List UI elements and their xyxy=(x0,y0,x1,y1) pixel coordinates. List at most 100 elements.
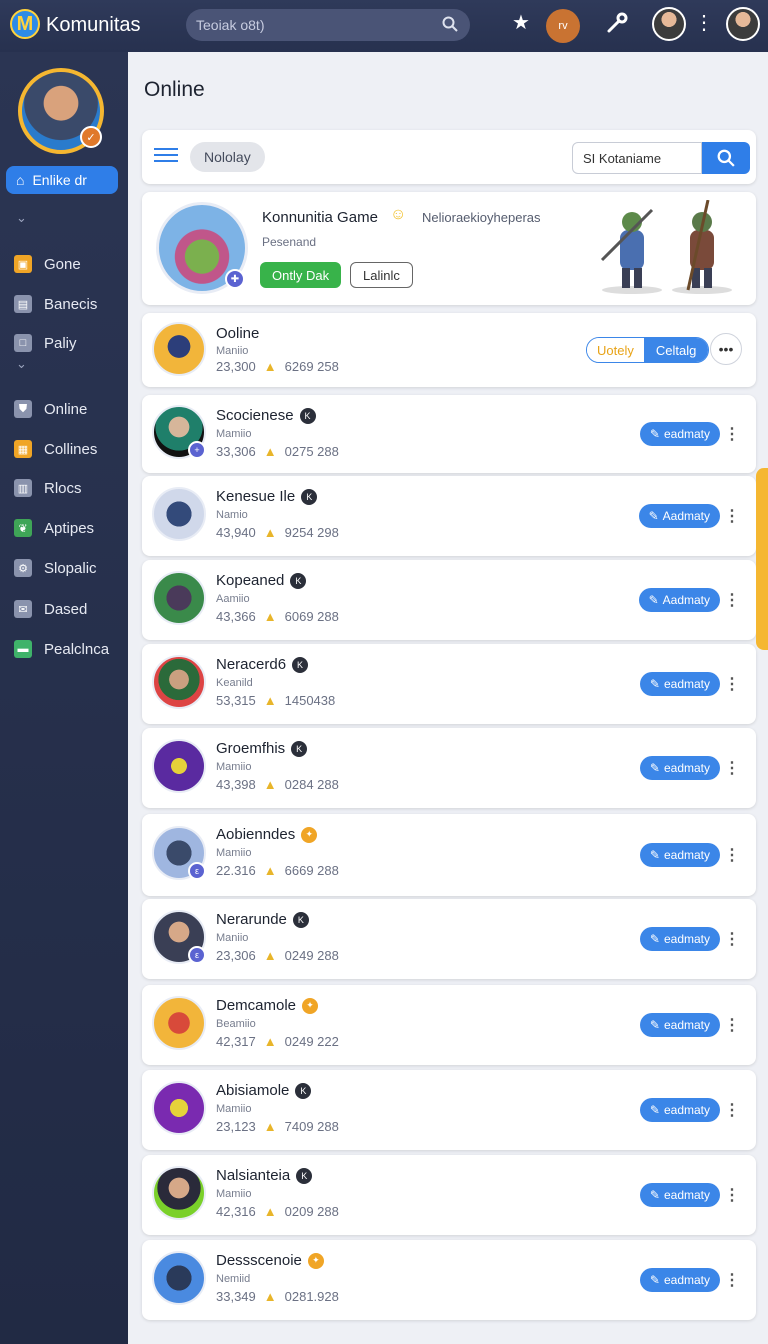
list-item-action-button[interactable]: ✎ eadmaty xyxy=(639,1013,720,1037)
sidebar-item-active[interactable]: ⌂ Enlike dr xyxy=(6,166,118,194)
segment-b[interactable]: Celtalg xyxy=(643,338,709,362)
more-vert-icon[interactable]: ⋮ xyxy=(724,1185,740,1205)
more-vert-icon[interactable]: ⋮ xyxy=(724,506,740,526)
hero-game-image[interactable]: ✚ xyxy=(156,202,248,294)
list-item-stats: 42,316 ▲ 0209 288 xyxy=(216,1204,339,1219)
sidebar-avatar[interactable]: ✓ xyxy=(18,68,104,154)
list-item-action-button[interactable]: ✎ eadmaty xyxy=(639,843,720,867)
list-item-avatar[interactable] xyxy=(152,1081,206,1135)
more-vert-icon[interactable]: ⋮ xyxy=(724,1015,740,1035)
more-vert-icon[interactable]: ⋮ xyxy=(724,929,740,949)
hero-secondary-button[interactable]: Lalinlc xyxy=(350,262,413,288)
list-item-avatar[interactable] xyxy=(152,739,206,793)
notification-badge[interactable]: rv xyxy=(546,9,580,43)
list-item-avatar[interactable] xyxy=(152,1166,206,1220)
list-item[interactable]: Abisiamole K Mamiio 23,123 ▲ 7409 288 ✎ eadmaty… xyxy=(142,1070,756,1150)
segmented-control[interactable]: Uotely Celtalg xyxy=(586,337,710,363)
hero-primary-button[interactable]: Ontly Dak xyxy=(260,262,342,288)
list-item-action-button[interactable]: ✎ Aadmaty xyxy=(638,588,720,612)
more-vert-icon[interactable]: ⋮ xyxy=(724,1270,740,1290)
list-item-sub: Namio xyxy=(216,509,248,521)
list-item[interactable]: ε Nerarunde K Maniio 23,306 ▲ 0249 288 ✎ eadmaty… xyxy=(142,899,756,979)
coin-icon: ▲ xyxy=(263,777,277,792)
more-vert-icon[interactable]: ⋮ xyxy=(724,1100,740,1120)
sidebar-item-7[interactable]: ⚙ Slopalic xyxy=(14,556,97,580)
filter-chip[interactable]: Nololay xyxy=(190,142,265,172)
list-item[interactable]: Groemfhis K Mamiio 43,398 ▲ 0284 288 ✎ eadmaty ⋮ xyxy=(142,728,756,808)
more-vert-icon[interactable]: ⋮ xyxy=(724,845,740,865)
list-item-sub: Maniio xyxy=(216,932,249,944)
list-item-action-button[interactable]: ✎ eadmaty xyxy=(639,672,720,696)
list-item-sub: Keanild xyxy=(216,677,253,689)
filter-search-button[interactable] xyxy=(702,142,750,174)
list-item-name: Nerarunde K xyxy=(216,911,309,928)
wrench-icon[interactable] xyxy=(606,10,630,40)
list-item[interactable]: Demcamole ✦ Beamiio 42,317 ▲ 0249 222 ✎ eadmaty… xyxy=(142,985,756,1065)
sidebar-item-8[interactable]: ✉ Dased xyxy=(14,597,87,621)
chevron-down-icon[interactable]: ⌄ xyxy=(16,210,27,226)
list-item-action-button[interactable]: ✎ eadmaty xyxy=(639,756,720,780)
list-item-avatar[interactable] xyxy=(152,571,206,625)
sidebar-item-9[interactable]: ▬ Pealclnca xyxy=(14,637,109,661)
more-vert-icon[interactable]: ⋮ xyxy=(694,10,714,35)
hero-card: ✚ Konnunitia Game ☺ Nelioraekioyheperas … xyxy=(142,192,756,305)
list-item-avatar[interactable] xyxy=(152,1251,206,1305)
sidebar-item-0[interactable]: ▣ Gone xyxy=(14,252,81,276)
featured-avatar[interactable] xyxy=(152,322,206,376)
more-vert-icon[interactable]: ⋮ xyxy=(724,590,740,610)
chevron-down-icon[interactable]: ⌄ xyxy=(16,356,27,372)
profile-avatar[interactable] xyxy=(726,7,760,41)
list-item-sub: Beamiio xyxy=(216,1018,256,1030)
list-item[interactable]: Dessscenoie ✦ Nemiid 33,349 ▲ 0281.928 ✎ eadmat… xyxy=(142,1240,756,1320)
list-item[interactable]: + Scocienese K Mamiio 33,306 ▲ 0275 288 ✎ eadmat… xyxy=(142,395,756,473)
list-item-action-button[interactable]: ✎ eadmaty xyxy=(639,1183,720,1207)
list-item-avatar[interactable] xyxy=(152,487,206,541)
sidebar-item-4[interactable]: ▦ Collines xyxy=(14,437,97,461)
list-item[interactable]: Kopeaned K Aamiio 43,366 ▲ 6069 288 ✎ Aadmaty ⋮ xyxy=(142,560,756,640)
app-logo-icon[interactable]: M xyxy=(10,9,40,39)
list-item[interactable]: Neracerd6 K Keanild 53,315 ▲ 1450438 ✎ eadmaty ⋮ xyxy=(142,644,756,724)
featured-row[interactable]: Ooline Maniio 23,300 ▲ 6269 258 Uotely C… xyxy=(142,313,756,387)
verified-badge-icon: K xyxy=(301,488,318,505)
sidebar-item-3[interactable]: ⛊ Online xyxy=(14,397,87,421)
list-item-avatar[interactable]: + xyxy=(152,405,206,459)
search-placeholder: Teoiak o8t) xyxy=(196,17,265,33)
star-icon[interactable]: ★ xyxy=(512,10,530,35)
list-item-avatar[interactable] xyxy=(152,655,206,709)
list-item-action-button[interactable]: ✎ eadmaty xyxy=(639,927,720,951)
search-input[interactable]: Teoiak o8t) xyxy=(186,9,470,41)
edit-icon: ✎ xyxy=(649,1273,660,1287)
filter-search-input[interactable]: SI Kotaniame xyxy=(572,142,702,174)
list-item-name: Kenesue Ile K xyxy=(216,488,318,505)
sidebar-item-6[interactable]: ❦ Aptipes xyxy=(14,516,94,540)
sidebar-item-1[interactable]: ▤ Banecis xyxy=(14,292,97,316)
more-vert-icon[interactable]: ⋮ xyxy=(724,424,740,444)
sidebar-item-5[interactable]: ▥ Rlocs xyxy=(14,476,82,500)
more-horiz-icon[interactable]: ••• xyxy=(710,333,742,365)
more-vert-icon[interactable]: ⋮ xyxy=(724,674,740,694)
sidebar-item-2[interactable]: □ Paliy xyxy=(14,331,77,355)
list-item-stats: 42,317 ▲ 0249 222 xyxy=(216,1034,339,1049)
edit-icon: ✎ xyxy=(649,848,660,862)
sidebar-item-label: Slopalic xyxy=(44,559,97,577)
list-item-stats: 43,398 ▲ 0284 288 xyxy=(216,777,339,792)
side-drawer-handle[interactable] xyxy=(756,468,768,650)
list-item-action-button[interactable]: ✎ eadmaty xyxy=(639,1098,720,1122)
list-item-avatar[interactable]: ε xyxy=(152,826,206,880)
list-item-name: Groemfhis K xyxy=(216,740,308,757)
segment-a[interactable]: Uotely xyxy=(587,338,644,362)
list-item[interactable]: Nalsianteia K Mamiio 42,316 ▲ 0209 288 ✎ eadmat… xyxy=(142,1155,756,1235)
menu-icon[interactable] xyxy=(154,148,178,164)
search-icon[interactable] xyxy=(442,16,458,35)
list-item-avatar[interactable]: ε xyxy=(152,910,206,964)
status-badge-icon: ε xyxy=(188,862,206,880)
list-item-avatar[interactable] xyxy=(152,996,206,1050)
more-vert-icon[interactable]: ⋮ xyxy=(724,758,740,778)
user-avatar[interactable] xyxy=(652,7,686,41)
list-item[interactable]: ε Aobienndes ✦ Mamiio 22.316 ▲ 6669 288 ✎ eadmat… xyxy=(142,814,756,896)
list-item-action-button[interactable]: ✎ eadmaty xyxy=(639,1268,720,1292)
list-item-action-button[interactable]: ✎ Aadmaty xyxy=(638,504,720,528)
list-item[interactable]: Kenesue Ile K Namio 43,940 ▲ 9254 298 ✎ Aadmaty… xyxy=(142,476,756,556)
leaf-icon: ❦ xyxy=(14,519,32,537)
list-item-action-button[interactable]: ✎ eadmaty xyxy=(639,422,720,446)
